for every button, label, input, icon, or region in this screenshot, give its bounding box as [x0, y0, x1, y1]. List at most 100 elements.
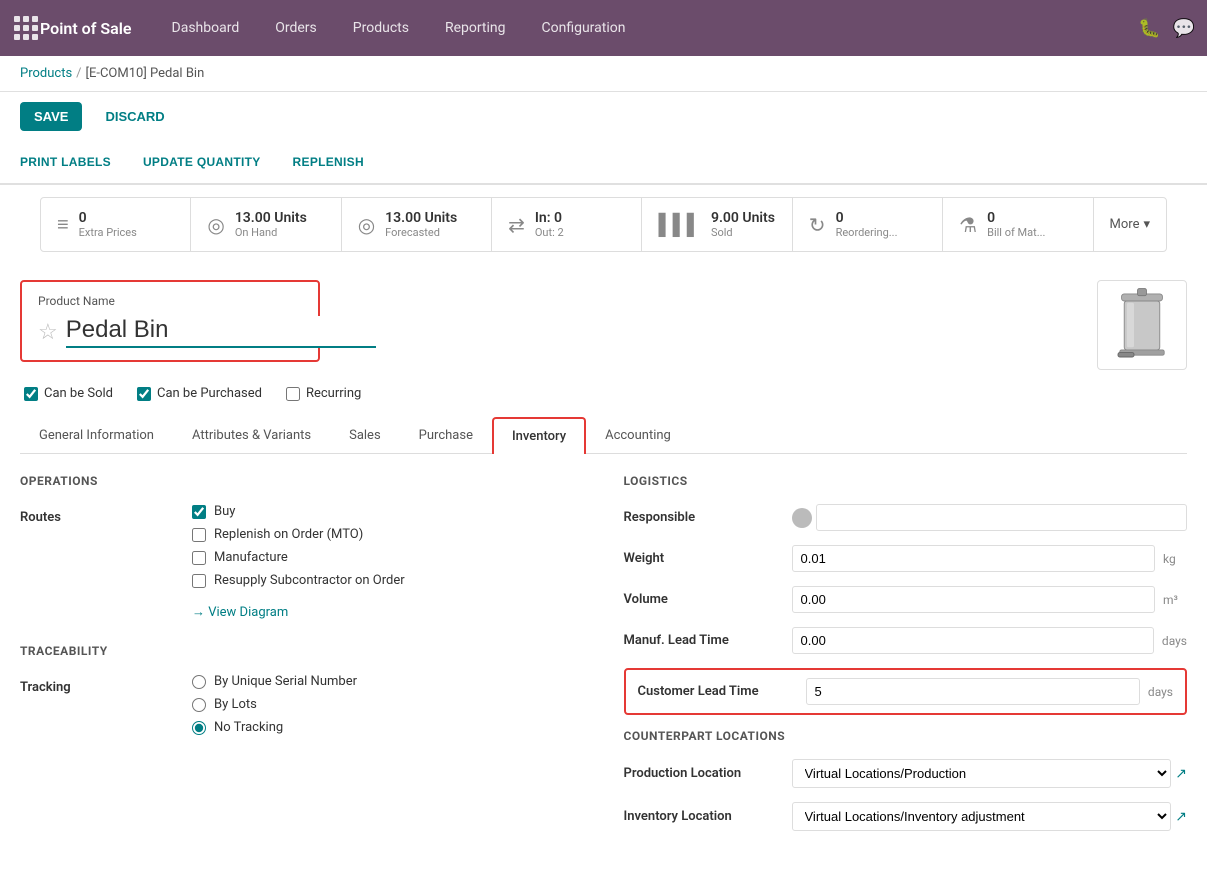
product-name-block: Product Name ☆: [20, 280, 320, 362]
in-value: In: 0: [535, 210, 564, 226]
production-location-select[interactable]: Virtual Locations/Production: [792, 759, 1172, 788]
stat-sold[interactable]: ▌▌▌ 9.00 Units Sold: [642, 198, 792, 251]
stat-bom[interactable]: ⚗ 0 Bill of Mat...: [943, 198, 1093, 251]
update-quantity-button[interactable]: UPDATE QUANTITY: [143, 147, 277, 177]
product-name-label: Product Name: [38, 294, 302, 308]
inventory-form: Operations Routes Buy Replenish on Order…: [20, 474, 1187, 845]
tab-attributes-variants[interactable]: Attributes & Variants: [173, 417, 330, 454]
out-label: Out: 2: [535, 226, 564, 239]
route-manufacture[interactable]: Manufacture: [192, 550, 584, 565]
reordering-icon: ↻: [809, 213, 826, 237]
weight-label: Weight: [624, 551, 784, 566]
forecasted-value: 13.00 Units: [385, 210, 457, 226]
inventory-location-label: Inventory Location: [624, 809, 784, 824]
more-label: More: [1110, 217, 1140, 232]
stat-extra-prices[interactable]: ≡ 0 Extra Prices: [41, 198, 191, 251]
counterpart-section-title: Counterpart Locations: [624, 729, 1188, 743]
tab-inventory[interactable]: Inventory: [492, 417, 586, 454]
manuf-lead-time-input[interactable]: [792, 627, 1154, 654]
stat-reordering[interactable]: ↻ 0 Reordering...: [793, 198, 943, 251]
can-be-sold-checkbox[interactable]: Can be Sold: [24, 386, 113, 401]
stat-more[interactable]: More ▾: [1094, 198, 1166, 251]
responsible-label: Responsible: [624, 510, 784, 525]
tracking-label: Tracking: [20, 674, 180, 695]
route-buy[interactable]: Buy: [192, 504, 584, 519]
tab-sales[interactable]: Sales: [330, 417, 400, 454]
breadcrumb: Products / [E-COM10] Pedal Bin: [0, 56, 1207, 92]
inventory-location-select[interactable]: Virtual Locations/Inventory adjustment: [792, 802, 1172, 831]
manuf-lead-time-unit: days: [1162, 634, 1187, 648]
stat-in-out[interactable]: ⇄ In: 0 Out: 2: [492, 198, 642, 251]
left-column: Operations Routes Buy Replenish on Order…: [20, 474, 584, 845]
reordering-label: Reordering...: [836, 226, 898, 239]
on-hand-value: 13.00 Units: [235, 210, 307, 226]
top-nav: Point of Sale Dashboard Orders Products …: [0, 0, 1207, 56]
tracking-none[interactable]: No Tracking: [192, 720, 584, 735]
nav-configuration[interactable]: Configuration: [526, 12, 642, 44]
route-mto[interactable]: Replenish on Order (MTO): [192, 527, 584, 542]
app-grid-icon[interactable]: [12, 14, 40, 42]
nav-items: Dashboard Orders Products Reporting Conf…: [156, 12, 1139, 44]
manuf-lead-time-label: Manuf. Lead Time: [624, 633, 784, 648]
discard-button[interactable]: DISCARD: [90, 102, 179, 131]
volume-unit: m³: [1163, 593, 1187, 607]
production-location-label: Production Location: [624, 766, 784, 781]
tracking-row: Tracking By Unique Serial Number By Lots: [20, 674, 584, 735]
stat-on-hand[interactable]: ◎ 13.00 Units On Hand: [191, 198, 341, 251]
stat-forecasted[interactable]: ◎ 13.00 Units Forecasted: [342, 198, 492, 251]
breadcrumb-parent[interactable]: Products: [20, 66, 72, 81]
responsible-row: Responsible: [624, 504, 1188, 531]
production-location-row: Production Location Virtual Locations/Pr…: [624, 759, 1188, 788]
main-content: Product Name ☆: [0, 264, 1207, 861]
can-be-purchased-checkbox[interactable]: Can be Purchased: [137, 386, 262, 401]
print-labels-button[interactable]: PRINT LABELS: [20, 147, 127, 177]
customer-lead-time-unit: days: [1148, 685, 1173, 699]
nav-dashboard[interactable]: Dashboard: [156, 12, 256, 44]
inventory-location-ext-link-icon[interactable]: ↗: [1175, 809, 1187, 825]
tracking-lots[interactable]: By Lots: [192, 697, 584, 712]
tab-general-information[interactable]: General Information: [20, 417, 173, 454]
breadcrumb-current: [E-COM10] Pedal Bin: [86, 66, 205, 81]
weight-input[interactable]: [792, 545, 1156, 572]
volume-row: Volume m³: [624, 586, 1188, 613]
weight-row: Weight kg: [624, 545, 1188, 572]
nav-products[interactable]: Products: [337, 12, 425, 44]
tracking-serial[interactable]: By Unique Serial Number: [192, 674, 584, 689]
product-name-input[interactable]: [66, 316, 376, 348]
product-section: Product Name ☆: [20, 280, 1187, 370]
responsible-avatar: [792, 508, 812, 528]
action-bar: SAVE DISCARD: [0, 92, 1207, 141]
route-resupply[interactable]: Resupply Subcontractor on Order: [192, 573, 584, 588]
right-column: Logistics Responsible Weight kg: [624, 474, 1188, 845]
tab-purchase[interactable]: Purchase: [400, 417, 492, 454]
recurring-checkbox[interactable]: Recurring: [286, 386, 361, 401]
routes-label: Routes: [20, 504, 180, 525]
extra-prices-label: Extra Prices: [79, 226, 137, 239]
customer-lead-time-label: Customer Lead Time: [638, 684, 798, 699]
tab-accounting[interactable]: Accounting: [586, 417, 690, 454]
checkbox-row: Can be Sold Can be Purchased Recurring: [20, 386, 1187, 401]
responsible-input[interactable]: [816, 504, 1188, 531]
stats-bar: ≡ 0 Extra Prices ◎ 13.00 Units On Hand ◎…: [40, 197, 1167, 252]
routes-list: Buy Replenish on Order (MTO) Manufacture…: [192, 504, 584, 620]
weight-unit: kg: [1163, 552, 1187, 566]
production-location-ext-link-icon[interactable]: ↗: [1175, 766, 1187, 782]
nav-orders[interactable]: Orders: [259, 12, 333, 44]
customer-lead-time-input[interactable]: [806, 678, 1140, 705]
logistics-section-title: Logistics: [624, 474, 1188, 488]
save-button[interactable]: SAVE: [20, 102, 82, 131]
tracking-options: By Unique Serial Number By Lots No Track…: [192, 674, 584, 735]
favorite-star-icon[interactable]: ☆: [38, 320, 58, 345]
bug-icon[interactable]: 🐛: [1138, 18, 1160, 39]
sold-icon: ▌▌▌: [658, 212, 701, 237]
routes-row: Routes Buy Replenish on Order (MTO) Manu…: [20, 504, 584, 620]
forecasted-icon: ◎: [358, 213, 375, 237]
chat-icon[interactable]: 💬: [1173, 18, 1195, 39]
nav-icons: 🐛 💬: [1138, 18, 1195, 39]
nav-reporting[interactable]: Reporting: [429, 12, 522, 44]
view-diagram-link[interactable]: → View Diagram: [192, 604, 584, 620]
replenish-button[interactable]: REPLENISH: [293, 147, 380, 177]
reordering-value: 0: [836, 210, 898, 226]
volume-input[interactable]: [792, 586, 1156, 613]
more-chevron-icon: ▾: [1143, 217, 1150, 232]
